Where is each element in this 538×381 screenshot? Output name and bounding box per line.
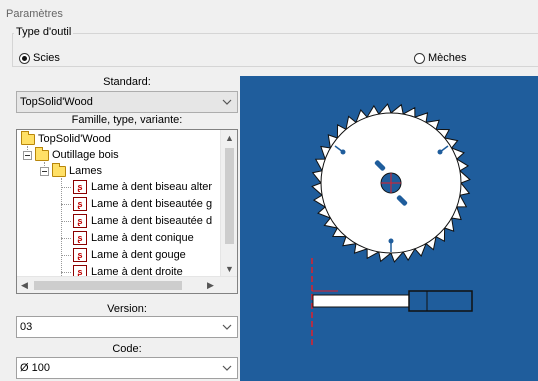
- saw-blade-icon: ʂ: [73, 180, 87, 194]
- vertical-scrollbar[interactable]: ▲ ▼: [220, 130, 237, 278]
- radio-scies-label: Scies: [33, 52, 60, 64]
- tree-item[interactable]: ʂ Lame à dent biseautée d: [61, 213, 212, 229]
- tree-item-label: Outillage bois: [52, 149, 119, 161]
- radio-meches[interactable]: Mèches: [414, 52, 467, 64]
- folder-icon: [52, 162, 66, 177]
- tree-item[interactable]: ʂ Lame à dent biseautée g: [61, 196, 212, 212]
- blade-side-view: [312, 294, 410, 308]
- chevron-down-icon: [222, 99, 232, 105]
- standard-label: Standard:: [103, 76, 151, 88]
- saw-blade-icon: ʂ: [73, 248, 87, 262]
- arbor-side-view: [408, 290, 473, 312]
- horizontal-scrollbar[interactable]: ◀ ▶: [17, 276, 237, 293]
- radio-indicator: [19, 52, 30, 64]
- folder-icon: [21, 130, 35, 145]
- scroll-down-icon[interactable]: ▼: [225, 264, 234, 274]
- tree-item-label: TopSolid'Wood: [38, 133, 111, 145]
- code-combo[interactable]: Ø 100: [16, 357, 238, 379]
- radio-scies[interactable]: Scies: [19, 52, 60, 64]
- saw-blade-preview: [311, 103, 473, 346]
- scroll-right-icon[interactable]: ▶: [207, 280, 214, 291]
- tree-item[interactable]: Outillage bois: [23, 146, 119, 163]
- tree-item[interactable]: ʂ Lame à dent gouge: [61, 247, 186, 263]
- radio-meches-label: Mèches: [428, 52, 467, 64]
- tree-item[interactable]: ʂ Lame à dent conique: [61, 230, 194, 246]
- tree-item[interactable]: ʂ Lame à dent biseau alter: [61, 179, 212, 195]
- standard-value: TopSolid'Wood: [20, 96, 93, 108]
- tree-item[interactable]: TopSolid'Wood: [21, 130, 111, 147]
- tree-item-label: Lame à dent biseautée d: [91, 215, 213, 227]
- tree-item-label: Lames: [69, 165, 103, 177]
- scroll-thumb[interactable]: [34, 281, 182, 290]
- saw-blade-icon: ʂ: [73, 231, 87, 245]
- scroll-left-icon[interactable]: ◀: [21, 280, 28, 291]
- code-value: Ø 100: [20, 362, 50, 374]
- tool-preview-canvas: [240, 76, 538, 381]
- family-label: Famille, type, variante:: [71, 114, 183, 126]
- expansion-slot-end: [340, 149, 346, 155]
- radio-indicator: [414, 52, 425, 64]
- expansion-slot-end: [437, 149, 443, 155]
- version-label: Version:: [107, 303, 147, 315]
- window-title: Paramètres: [6, 8, 63, 20]
- scroll-up-icon[interactable]: ▲: [225, 133, 234, 143]
- tree-item-label: Lame à dent biseau alter: [91, 181, 213, 193]
- folder-icon: [35, 146, 49, 161]
- tree-item[interactable]: Lames: [40, 162, 103, 179]
- chevron-down-icon: [222, 324, 232, 330]
- saw-blade-icon: ʂ: [73, 197, 87, 211]
- scroll-thumb[interactable]: [225, 148, 234, 244]
- version-combo[interactable]: 03: [16, 316, 238, 338]
- expansion-slot-end: [388, 238, 394, 244]
- family-tree[interactable]: TopSolid'Wood Outillage bois Lames ʂ Lam…: [16, 129, 238, 294]
- tree-item-label: Lame à dent conique: [91, 232, 194, 244]
- chevron-down-icon: [222, 365, 232, 371]
- saw-blade-icon: ʂ: [73, 214, 87, 228]
- collapse-icon[interactable]: [40, 166, 49, 176]
- collapse-icon[interactable]: [23, 150, 32, 160]
- code-label: Code:: [112, 343, 142, 355]
- tree-item-label: Lame à dent biseautée g: [91, 198, 213, 210]
- tool-type-label: Type d'outil: [14, 26, 74, 38]
- version-value: 03: [20, 321, 33, 333]
- standard-combo[interactable]: TopSolid'Wood: [16, 91, 238, 113]
- tree-item-label: Lame à dent gouge: [91, 249, 186, 261]
